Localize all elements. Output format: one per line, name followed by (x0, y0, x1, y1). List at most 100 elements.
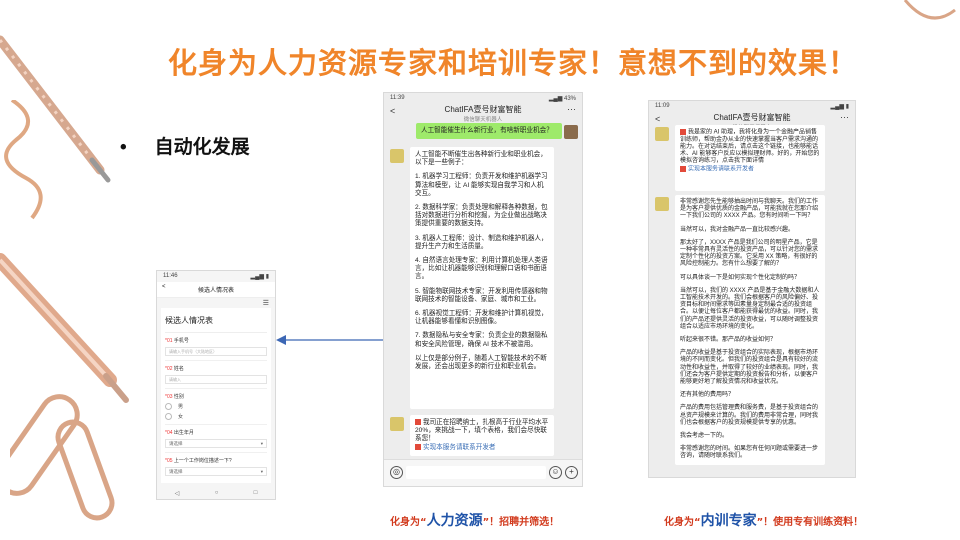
dialogue-line: 非常感谢您的时间。如果您有任何问题或需要进一步咨询，请随时联系我们。 (680, 446, 819, 460)
field-number: *03 (165, 394, 173, 400)
dialogue-line: 听起来很不错。那产品的收益如何？ (680, 337, 777, 344)
dialogue-line: 当然可以，我对金融产品一直比较感兴趣。 (680, 226, 795, 233)
link-icon (680, 165, 686, 172)
field-number: *02 (165, 366, 173, 372)
reply-paragraph: 2. 数据科学家：负责处理和解释各种数据，包括对数据进行分析和挖掘，为企业做出战… (415, 204, 548, 228)
user-message: 人工智能催生什么新行业，有啥新职业机会？ (416, 123, 562, 140)
chat-input[interactable] (406, 466, 546, 479)
caption-highlight: 人力资源 (426, 513, 483, 529)
field-label: 上一个工作岗位描述一下? (173, 458, 232, 464)
reply-paragraph: 5. 智能物联网技术专家：开发利用传感器和物联网技术的智能设备、家庭、城市和工业… (415, 287, 548, 303)
developer-link-text: 实现本服务请联系开发者 (423, 443, 496, 451)
nav-home-icon[interactable]: ○ (215, 490, 219, 496)
phone-input[interactable]: 请输入手机号（大陆地区） (165, 347, 267, 356)
intro-text: 我是家的 AI 助理，我将化身为一个金融产品销售训练师，帮助金办从业的快速掌握当… (680, 129, 820, 165)
developer-link-text: 实现本服务请联系开发者 (688, 166, 755, 173)
developer-link[interactable]: 实现本服务请联系开发者 (680, 165, 820, 174)
radio-icon (165, 403, 172, 410)
status-bar: 11:09 ▂▄▆ ▮ (649, 101, 855, 112)
field-last-job: *05 上一个工作岗位描述一下? 请选择 ▾ (165, 453, 267, 480)
dialogue-line: 还有其他的费用吗？ (680, 392, 735, 399)
dialogue-line: 产品的费用包括管理费和服务费，是基于投资组合的总资产规模来计算的。我们的费用非常… (680, 405, 819, 426)
status-icons: ▂▄▆ ▮ (830, 104, 849, 110)
select-value: 请选择 (169, 469, 183, 474)
field-label: 姓名 (173, 366, 184, 372)
chevron-down-icon: ▾ (260, 469, 263, 474)
dialogue-line: 非常感谢您先生能够抽出时间与我聊天。我们的工作是为客户提供优质的金融产品，可能我… (680, 199, 819, 220)
decor-wavy-clip-icon (4, 100, 43, 220)
back-icon[interactable]: < (390, 106, 395, 116)
status-time: 11:39 (390, 95, 405, 101)
bot-avatar (655, 197, 669, 211)
birth-select[interactable]: 请选择 ▾ (165, 439, 267, 448)
form-phone-screenshot: 11:46 ▂▄▆ ▮ < 候选人情况表 ☰ 候选人情况表 *01 手机号 请输… (156, 270, 276, 500)
bullet-text: 自动化发展 (154, 137, 250, 158)
slide-title: 化身为人力资源专家和培训专家！意想不到的效果！ (168, 46, 859, 80)
bot-avatar (390, 417, 404, 431)
decor-paperclips-icon (10, 394, 115, 521)
menu-icon[interactable]: ☰ (157, 298, 275, 308)
bot-reply: 人工智能不断催生出各种新行业和职业机会，以下是一些例子： 1. 机器学习工程师：… (410, 147, 554, 409)
back-icon[interactable]: < (162, 284, 166, 290)
link-icon (415, 443, 421, 450)
reply-paragraph: 4. 自然语言处理专家：利用计算机处理人类语言，比如让机器能够识别和理解口语和书… (415, 257, 548, 281)
radio-label: 男 (178, 404, 184, 410)
chat-title: ChatIFA壹号财富智能 (444, 105, 522, 114)
field-birth: *04 出生年月 请选择 ▾ (165, 425, 267, 453)
bot-avatar (655, 127, 669, 141)
dialogue-line: 产品的收益是基于投资组合的实际表现，根据市场环境的不同而变化。但我们的投资组合是… (680, 350, 819, 386)
field-number: *04 (165, 430, 173, 436)
emoji-icon[interactable]: ☺ (549, 466, 562, 479)
gender-radio-male[interactable]: 男 (165, 403, 267, 410)
nav-recent-icon[interactable]: □ (254, 490, 258, 496)
plus-icon[interactable]: + (565, 466, 578, 479)
trainer-icon (680, 129, 686, 135)
chat-title: ChatIFA壹号财富智能 (713, 113, 791, 122)
form-nav-bar: < 候选人情况表 (157, 282, 275, 298)
status-time: 11:46 (163, 273, 178, 279)
radio-icon (165, 413, 172, 420)
trainer-dialogue: 非常感谢您先生能够抽出时间与我聊天。我们的工作是为客户提供优质的金融产品，可能我… (675, 195, 825, 465)
bullet-dot: • (120, 137, 127, 158)
dialogue-line: 当然可以，我们的 XXXX 产品是基于金融大数据和人工智能技术开发的。我们会根据… (680, 287, 820, 330)
bot-avatar (390, 149, 404, 163)
bullet-item: • 自动化发展 (120, 132, 250, 159)
field-number: *01 (165, 338, 173, 344)
dialogue-line: 可以具体谈一下是如何实现个性化定制的吗？ (680, 274, 801, 281)
status-time: 11:09 (655, 103, 670, 109)
reply-paragraph: 以上仅是部分例子，随着人工智能技术的不断发展，还会出现更多的新行业和职业机会。 (415, 354, 547, 371)
decor-clip-top-right-icon (903, 0, 956, 20)
caption-post: ”！招聘并筛选！ (482, 517, 560, 528)
caption-highlight: 内训专家 (700, 513, 757, 529)
field-label: 出生年月 (173, 430, 194, 436)
last-job-select[interactable]: 请选择 ▾ (165, 467, 267, 476)
more-icon[interactable]: ··· (567, 104, 576, 114)
chat-header: < ChatIFA壹号财富智能 微信聊天机器人 ··· (384, 104, 582, 123)
reply-paragraph: 1. 机器学习工程师：负责开发和维护机器学习算法和模型，让 AI 能够实现自我学… (415, 173, 548, 197)
form-title: 候选人情况表 (165, 311, 267, 333)
status-bar: 11:46 ▂▄▆ ▮ (157, 271, 275, 282)
chat-input-bar: ◎ ☺ + (384, 459, 582, 486)
back-icon[interactable]: < (655, 114, 660, 124)
dialogue-line: 我会考虑一下的。 (680, 433, 729, 440)
reply-paragraph: 3. 机器人工程师：设计、制造和维护机器人，提升生产力和生活质量。 (415, 234, 548, 250)
field-number: *05 (165, 458, 173, 464)
more-icon[interactable]: ··· (840, 112, 849, 122)
android-nav-bar: ◁ ○ □ (157, 487, 275, 499)
developer-link[interactable]: 实现本服务请联系开发者 (415, 444, 549, 452)
field-label: 性别 (173, 394, 184, 400)
status-icons: ▂▄▆ 43% (548, 96, 576, 102)
status-icons: ▂▄▆ ▮ (250, 274, 269, 280)
select-value: 请选择 (169, 441, 183, 446)
nav-back-icon[interactable]: ◁ (175, 490, 180, 497)
voice-icon[interactable]: ◎ (390, 466, 403, 479)
chat-phone-trainer: 11:09 ▂▄▆ ▮ < ChatIFA壹号财富智能 微信聊天机器人 ··· … (648, 100, 856, 478)
status-bar: 11:39 ▂▄▆ 43% (384, 93, 582, 104)
form-nav-title: 候选人情况表 (197, 288, 234, 294)
caption-trainer: 化身为“内训专家”！使用专有训练资料！ (664, 510, 863, 530)
gender-radio-female[interactable]: 女 (165, 413, 267, 420)
field-gender: *03 性别 男 女 (165, 389, 267, 425)
name-input[interactable]: 请输入 (165, 375, 267, 384)
chat-subtitle: 微信聊天机器人 (463, 117, 503, 123)
field-phone: *01 手机号 请输入手机号（大陆地区） (165, 333, 267, 361)
